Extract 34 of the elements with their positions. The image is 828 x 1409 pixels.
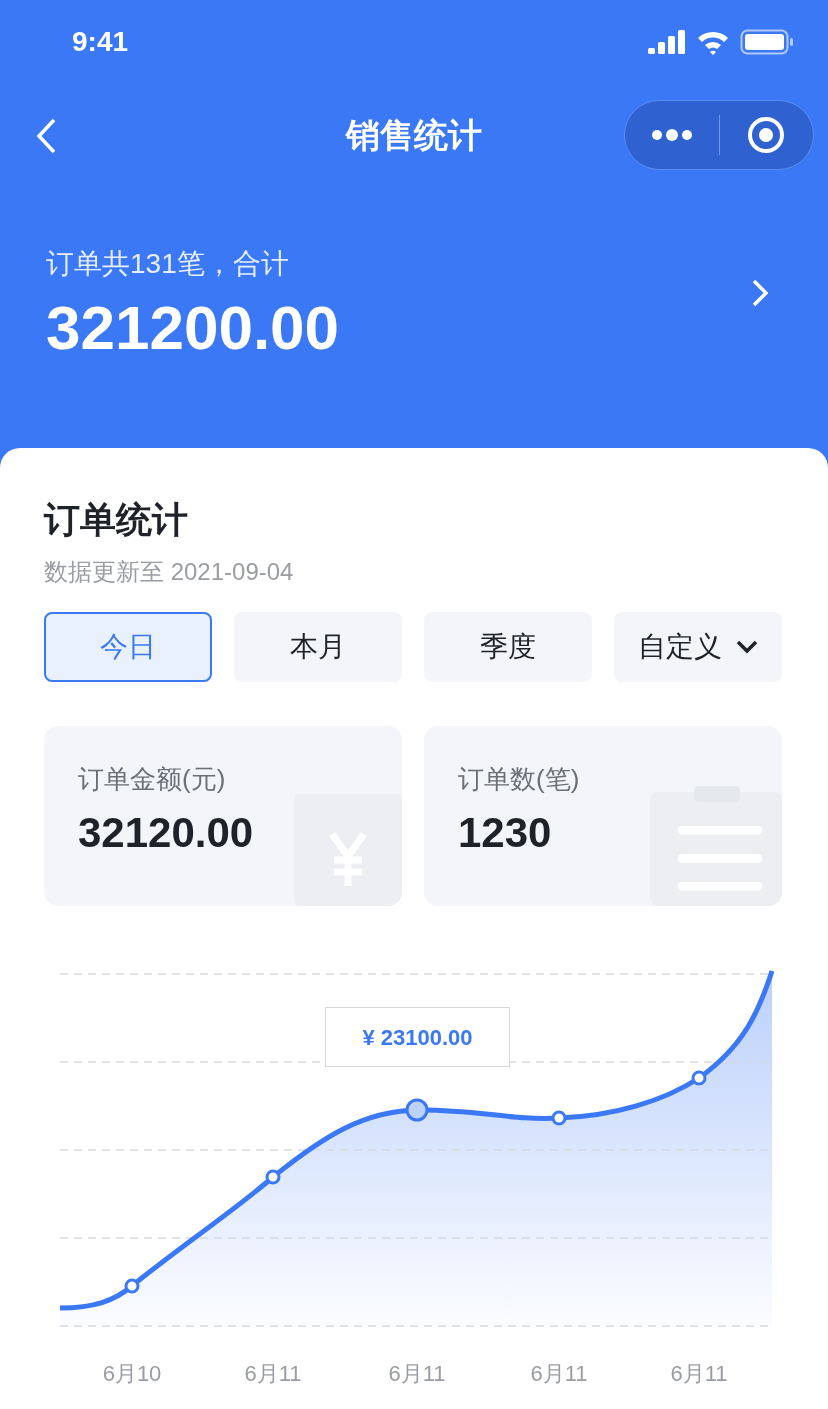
- chart-tooltip: ¥ 23100.00: [325, 1007, 510, 1067]
- data-point: [691, 1070, 707, 1086]
- x-axis-label: 6月11: [387, 1360, 447, 1388]
- battery-icon: [740, 29, 794, 55]
- update-note: 数据更新至 2021-09-04: [44, 560, 295, 584]
- back-icon: [36, 118, 56, 154]
- signal-icon: [648, 30, 686, 54]
- chevron-right-icon: [752, 279, 768, 307]
- data-point: [265, 1169, 281, 1185]
- period-tab[interactable]: 本月: [234, 612, 402, 682]
- data-point: [551, 1110, 567, 1126]
- page-title: 销售统计: [346, 114, 482, 156]
- summary-total: 321200.00: [46, 292, 340, 365]
- status-time: 9:41: [72, 25, 129, 59]
- stat-label: 订单金额(元): [78, 766, 227, 792]
- data-point: [405, 1098, 429, 1122]
- x-axis-label: 6月11: [243, 1360, 303, 1388]
- data-point: [124, 1278, 140, 1294]
- x-axis-label: 6月10: [101, 1360, 163, 1388]
- chevron-down-icon: [736, 640, 758, 654]
- target-icon: [746, 115, 787, 155]
- period-tab[interactable]: 季度: [424, 612, 592, 682]
- stat-value: 32120.00: [78, 812, 255, 854]
- x-axis-label: 6月11: [529, 1360, 589, 1388]
- wifi-icon: [696, 29, 730, 55]
- period-tab[interactable]: 自定义: [614, 612, 782, 682]
- stat-label: 订单数(笔): [458, 766, 581, 792]
- stat-value: 1230: [458, 812, 553, 854]
- x-axis-label: 6月11: [669, 1360, 729, 1388]
- period-tab[interactable]: 今日: [44, 612, 212, 682]
- summary-row[interactable]: 订单共131笔，合计 321200.00: [0, 186, 828, 448]
- card-title: 订单统计: [44, 502, 189, 538]
- summary-caption: 订单共131笔，合计: [46, 247, 290, 282]
- more-icon: [651, 129, 693, 141]
